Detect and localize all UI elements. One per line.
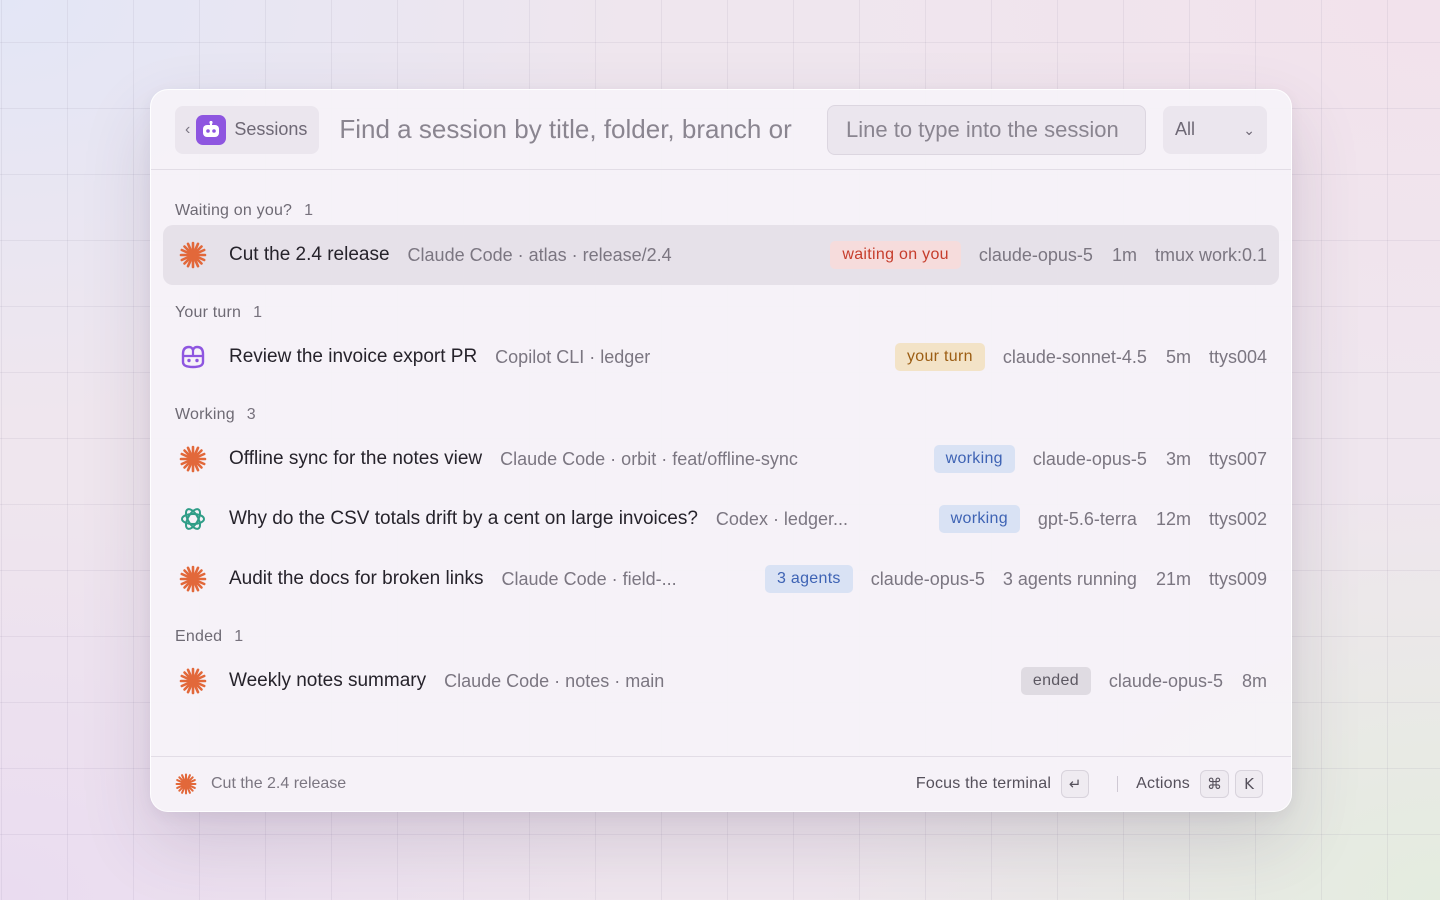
agent-count-badge: 3 agents (764, 565, 853, 593)
group-title: Working (175, 406, 235, 423)
session-title: Weekly notes summary (229, 670, 427, 691)
k-key-hint: K (1235, 770, 1263, 798)
claude-asterisk-icon (175, 773, 197, 795)
session-title: Review the invoice export PR (229, 346, 478, 367)
status-badge: working (933, 445, 1015, 473)
session-model: gpt-5.6-terra (1037, 508, 1137, 529)
session-terminal: tmux work:0.1 (1154, 244, 1267, 265)
session-list: Waiting on you? 1 Cut the 2.4 release Cl… (151, 170, 1291, 711)
session-terminal: ttys009 (1208, 568, 1267, 589)
session-row[interactable]: Audit the docs for broken links Claude C… (163, 549, 1279, 609)
enter-key-hint: ↵ (1061, 770, 1090, 798)
filter-value: All (1175, 119, 1196, 139)
session-age: 21m (1155, 568, 1191, 589)
group-count: 1 (234, 628, 244, 645)
session-title: Audit the docs for broken links (229, 568, 484, 589)
session-terminal: ttys007 (1208, 448, 1267, 469)
session-row[interactable]: Cut the 2.4 release Claude Code · atlas … (163, 225, 1279, 285)
session-age: 3m (1165, 448, 1191, 469)
back-to-sessions-button[interactable]: ‹ Sessions (175, 105, 320, 154)
switcher-header: ‹ Sessions All ⌄ (151, 90, 1291, 170)
session-meta: Codex · ledger... (715, 508, 848, 529)
status-badge: your turn (894, 343, 985, 371)
session-row[interactable]: Why do the CSV totals drift by a cent on… (163, 489, 1279, 549)
group-count: 1 (253, 304, 263, 321)
session-meta: Claude Code · notes · main (444, 670, 665, 691)
group-label-ended: Ended 1 (163, 609, 1279, 646)
codex-icon (179, 505, 207, 533)
session-age: 5m (1165, 346, 1191, 367)
group-title: Your turn (175, 304, 242, 321)
session-row[interactable]: Offline sync for the notes view Claude C… (163, 429, 1279, 489)
claude-asterisk-icon (179, 445, 207, 473)
claude-asterisk-icon (179, 667, 207, 695)
claude-asterisk-icon (179, 565, 207, 593)
status-badge: working (938, 505, 1020, 533)
session-meta: Claude Code · field-... (501, 568, 677, 589)
claude-asterisk-icon (179, 241, 207, 269)
back-label: Sessions (234, 119, 308, 139)
chevron-down-icon: ⌄ (1243, 121, 1255, 138)
group-title: Waiting on you? (175, 202, 293, 219)
session-terminal: ttys004 (1208, 346, 1267, 367)
session-meta: Claude Code · atlas · release/2.4 (407, 244, 672, 265)
copilot-icon (179, 343, 207, 371)
session-model: claude-opus-5 (870, 568, 985, 589)
subagents-status: 3 agents running (1002, 568, 1137, 589)
group-count: 1 (304, 202, 314, 219)
session-meta: Claude Code · orbit · feat/offline-sync (500, 448, 798, 469)
group-count: 3 (246, 406, 256, 423)
session-terminal: ttys002 (1208, 508, 1267, 529)
chevron-left-icon: ‹ (185, 120, 191, 138)
session-title: Offline sync for the notes view (229, 448, 483, 469)
robot-icon (196, 114, 227, 145)
session-meta: Copilot CLI · ledger (495, 346, 651, 367)
status-badge: ended (1020, 667, 1091, 695)
command-key-hint: ⌘ (1200, 770, 1229, 798)
group-label-your-turn: Your turn 1 (163, 285, 1279, 322)
session-row[interactable]: Review the invoice export PR Copilot CLI… (163, 327, 1279, 387)
group-label-waiting: Waiting on you? 1 (163, 170, 1279, 220)
session-switcher-panel: ‹ Sessions All ⌄ Waiting on you? 1 (150, 89, 1292, 812)
group-label-working: Working 3 (163, 387, 1279, 424)
session-age: 8m (1241, 670, 1267, 691)
session-age: 1m (1111, 244, 1137, 265)
session-model: claude-opus-5 (978, 244, 1093, 265)
actions-button[interactable]: Actions (1136, 775, 1190, 793)
session-title: Why do the CSV totals drift by a cent on… (229, 508, 698, 529)
session-title: Cut the 2.4 release (229, 244, 390, 265)
focus-terminal-button[interactable]: Focus the terminal (916, 775, 1051, 793)
session-age: 12m (1155, 508, 1191, 529)
footer-divider (1117, 776, 1119, 792)
terminal-line-input[interactable] (827, 104, 1146, 155)
status-filter-select[interactable]: All ⌄ (1163, 105, 1267, 154)
session-model: claude-opus-5 (1108, 670, 1223, 691)
session-model: claude-opus-5 (1032, 448, 1147, 469)
selected-session-title: Cut the 2.4 release (211, 775, 347, 792)
group-title: Ended (175, 628, 223, 645)
session-model: claude-sonnet-4.5 (1002, 346, 1147, 367)
status-badge: waiting on you (830, 241, 961, 269)
session-search-input[interactable] (337, 113, 811, 146)
switcher-footer: Cut the 2.4 release Focus the terminal ↵… (151, 756, 1291, 811)
session-row[interactable]: Weekly notes summary Claude Code · notes… (163, 651, 1279, 711)
